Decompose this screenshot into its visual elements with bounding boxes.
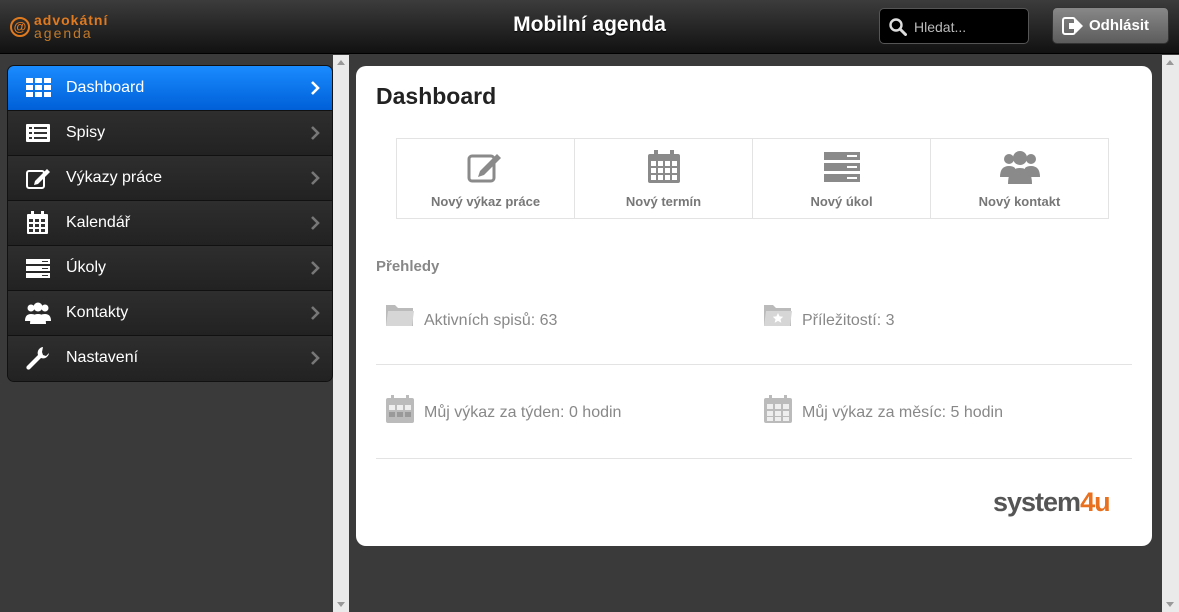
sidebar-item-spisy[interactable]: Spisy bbox=[8, 111, 332, 156]
star-folder-icon bbox=[764, 305, 792, 326]
new-appointment-button[interactable]: Nový termín bbox=[575, 139, 753, 218]
sidebar-item-label: Úkoly bbox=[66, 259, 107, 276]
chevron-right-icon bbox=[311, 261, 320, 275]
sidebar-item-vykazy-prace[interactable]: Výkazy práce bbox=[8, 156, 332, 201]
quick-actions: Nový výkaz práce Nový termín Nový úkol N… bbox=[396, 138, 1109, 219]
calendar-icon bbox=[27, 211, 48, 234]
sidebar-nav: Dashboard Spisy Výkazy práce Kalendář Úk… bbox=[7, 65, 333, 382]
stat-label: Aktivních spisů: 63 bbox=[424, 312, 558, 329]
brand-main-text: system bbox=[993, 487, 1081, 517]
search-icon bbox=[889, 18, 907, 36]
stat-label: Příležitostí: 3 bbox=[802, 312, 895, 329]
new-work-report-button[interactable]: Nový výkaz práce bbox=[397, 139, 575, 218]
chevron-right-icon bbox=[311, 126, 320, 140]
sidebar-item-label: Kalendář bbox=[66, 214, 131, 231]
dashboard-card: Dashboard Nový výkaz práce Nový termín N… bbox=[356, 66, 1152, 546]
grid-icon bbox=[26, 78, 51, 97]
tasks-icon bbox=[26, 259, 50, 278]
logo-text-line2: agenda bbox=[34, 25, 93, 41]
calendar-icon bbox=[647, 150, 680, 183]
brand-accent-text: 4u bbox=[1080, 487, 1110, 517]
search-input[interactable] bbox=[914, 17, 1022, 37]
chevron-right-icon bbox=[311, 171, 320, 185]
calendar-week-icon bbox=[386, 395, 414, 423]
at-logo-icon: @ bbox=[10, 17, 30, 37]
stat-label: Můj výkaz za týden: 0 hodin bbox=[424, 404, 622, 421]
sidebar-item-label: Spisy bbox=[66, 124, 106, 141]
stat-label: Můj výkaz za měsíc: 5 hodin bbox=[802, 404, 1003, 421]
edit-icon bbox=[467, 154, 501, 183]
logout-button[interactable]: Odhlásit bbox=[1052, 7, 1169, 44]
users-icon bbox=[25, 302, 51, 324]
logout-label: Odhlásit bbox=[1089, 17, 1150, 34]
action-label: Nový termín bbox=[625, 194, 702, 209]
tasks-icon bbox=[823, 152, 860, 182]
chevron-right-icon bbox=[311, 81, 320, 95]
brand-logo: system4u bbox=[993, 487, 1111, 518]
divider bbox=[376, 458, 1132, 459]
main-scrollbar[interactable] bbox=[1162, 55, 1179, 612]
folder-icon bbox=[386, 305, 414, 326]
page-title: Dashboard bbox=[376, 83, 497, 109]
chevron-right-icon bbox=[311, 216, 320, 230]
scroll-down-arrow-icon[interactable] bbox=[1166, 602, 1174, 607]
action-label: Nový kontakt bbox=[978, 194, 1061, 209]
search-box[interactable] bbox=[879, 8, 1029, 44]
scroll-up-arrow-icon[interactable] bbox=[1166, 60, 1174, 65]
scroll-up-arrow-icon[interactable] bbox=[337, 60, 345, 65]
overview-heading: Přehledy bbox=[376, 258, 440, 275]
sidebar-item-label: Dashboard bbox=[66, 79, 145, 96]
logout-icon bbox=[1062, 17, 1083, 35]
list-icon bbox=[26, 124, 50, 142]
sidebar-scrollbar[interactable] bbox=[333, 55, 349, 612]
app-logo[interactable]: @ advokátní agenda bbox=[10, 10, 135, 42]
divider bbox=[376, 364, 1132, 365]
sidebar-item-kalendar[interactable]: Kalendář bbox=[8, 201, 332, 246]
sidebar-item-nastaveni[interactable]: Nastavení bbox=[8, 336, 332, 381]
chevron-right-icon bbox=[311, 351, 320, 365]
new-task-button[interactable]: Nový úkol bbox=[753, 139, 931, 218]
sidebar-item-kontakty[interactable]: Kontakty bbox=[8, 291, 332, 336]
sidebar-item-ukoly[interactable]: Úkoly bbox=[8, 246, 332, 291]
users-icon bbox=[999, 151, 1040, 184]
sidebar-item-label: Nastavení bbox=[66, 349, 139, 366]
chevron-right-icon bbox=[311, 306, 320, 320]
sidebar-item-dashboard[interactable]: Dashboard bbox=[8, 66, 332, 111]
action-label: Nový úkol bbox=[810, 194, 873, 209]
wrench-icon bbox=[26, 347, 49, 370]
action-label: Nový výkaz práce bbox=[430, 194, 541, 209]
sidebar-item-label: Výkazy práce bbox=[66, 169, 163, 186]
scroll-down-arrow-icon[interactable] bbox=[337, 602, 345, 607]
sidebar-item-label: Kontakty bbox=[66, 304, 129, 321]
app-header: @ advokátní agenda Mobilní agenda Odhlás… bbox=[0, 0, 1179, 54]
new-contact-button[interactable]: Nový kontakt bbox=[931, 139, 1108, 218]
edit-icon bbox=[26, 169, 50, 189]
calendar-month-icon bbox=[764, 395, 792, 423]
